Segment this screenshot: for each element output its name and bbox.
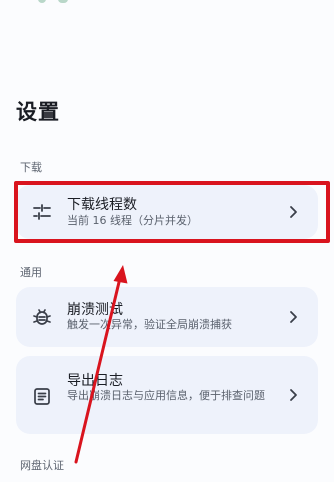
page-title: 设置	[16, 100, 60, 124]
setting-item-crash-test[interactable]: 崩溃测试 触发一次异常，验证全局崩溃捕获	[16, 287, 318, 347]
section-label-general: 通用	[20, 266, 42, 279]
setting-item-subtitle: 导出崩溃日志与应用信息，便于排查问题	[67, 389, 265, 402]
section-label-netdisk: 网盘认证	[20, 459, 64, 472]
section-label-download: 下载	[20, 161, 42, 174]
chevron-right-icon	[288, 310, 298, 324]
setting-item-title: 崩溃测试	[67, 302, 123, 318]
setting-item-export-log[interactable]: 导出日志 导出崩溃日志与应用信息，便于排查问题	[16, 356, 318, 434]
chevron-right-icon	[288, 388, 298, 402]
setting-item-title: 导出日志	[67, 373, 123, 389]
setting-item-subtitle: 触发一次异常，验证全局崩溃捕获	[67, 318, 232, 331]
document-icon	[31, 385, 53, 407]
annotation-highlight-box	[14, 181, 330, 243]
status-bar-remnant	[38, 0, 78, 5]
bug-icon	[31, 306, 53, 328]
